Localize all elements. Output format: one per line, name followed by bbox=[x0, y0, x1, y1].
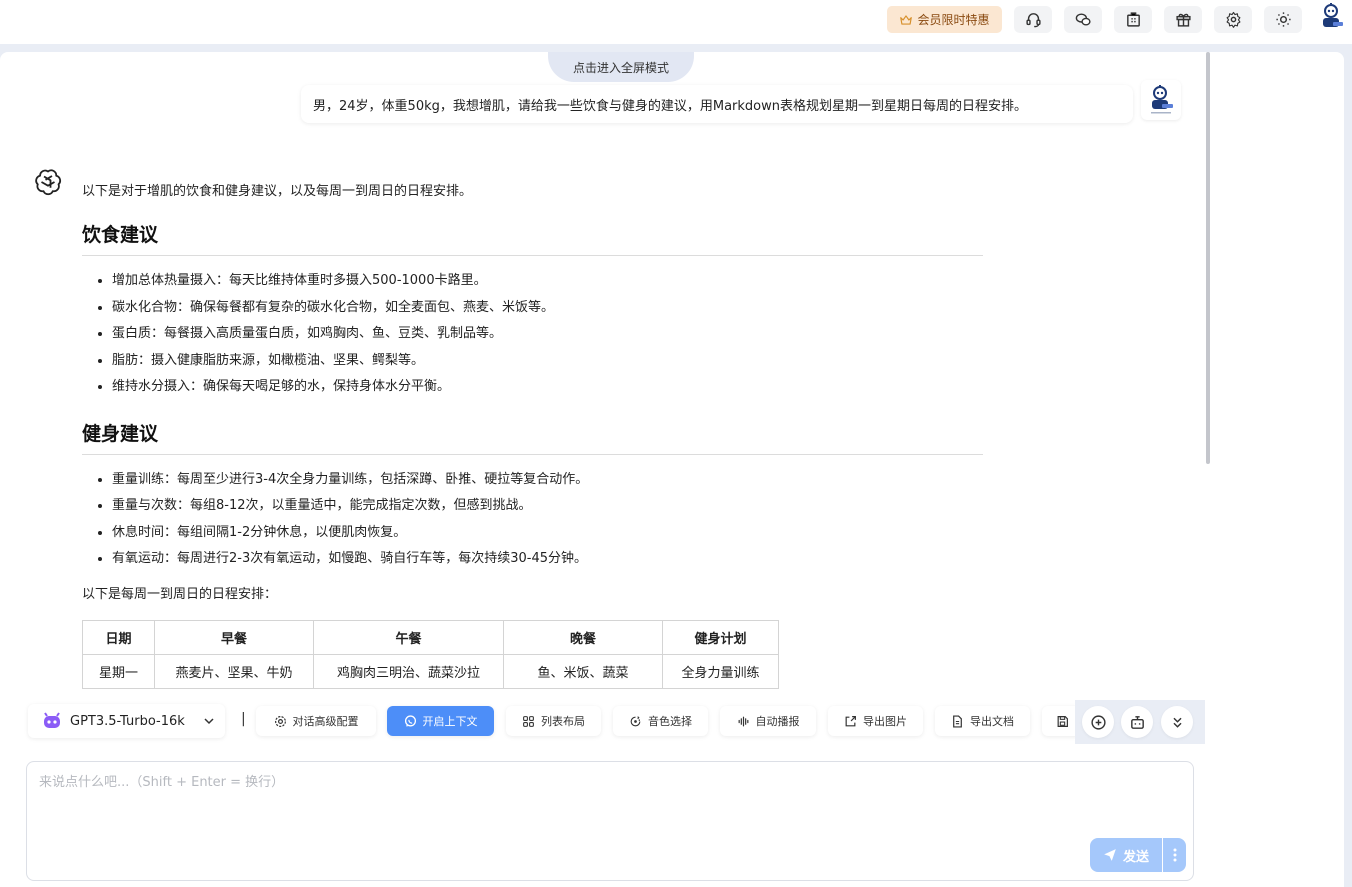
toolbar-separator: | bbox=[241, 711, 246, 727]
table-cell: 全身力量训练 bbox=[662, 653, 779, 689]
vip-promo-label: 会员限时特惠 bbox=[917, 13, 990, 27]
gear-icon bbox=[1226, 11, 1240, 28]
send-options-button[interactable] bbox=[1163, 838, 1186, 872]
robot-button[interactable] bbox=[1121, 706, 1153, 738]
tool-label: 导出文档 bbox=[970, 715, 1014, 728]
robot-icon bbox=[44, 712, 60, 728]
vip-promo-button[interactable]: 会员限时特惠 bbox=[887, 6, 1002, 33]
table-header: 早餐 bbox=[154, 619, 314, 655]
crown-icon bbox=[900, 14, 913, 25]
send-button[interactable]: 发送 bbox=[1090, 838, 1162, 872]
table-row: 星期一 燕麦片、坚果、牛奶 鸡胸肉三明治、蔬菜沙拉 鱼、米饭、蔬菜 全身力量训练 bbox=[82, 653, 779, 689]
table-cell: 鸡胸肉三明治、蔬菜沙拉 bbox=[313, 653, 504, 689]
message-input-box bbox=[26, 761, 1194, 881]
tool-label: 对话高级配置 bbox=[292, 715, 359, 728]
table-cell: 星期一 bbox=[82, 653, 155, 689]
save-icon bbox=[1057, 715, 1068, 727]
gear-icon bbox=[274, 715, 286, 727]
table-header-row: 日期 早餐 午餐 晚餐 健身计划 bbox=[82, 619, 779, 655]
list-item: 碳水化合物：确保每餐都有复杂的碳水化合物，如全麦面包、燕麦、米饭等。 bbox=[112, 295, 983, 322]
message-input[interactable] bbox=[39, 771, 1179, 841]
voice-select-button[interactable]: 音色选择 bbox=[613, 706, 708, 736]
fitness-list: 重量训练：每周至少进行3-4次全身力量训练，包括深蹲、卧推、硬拉等复合动作。 重… bbox=[112, 467, 983, 573]
tool-label: 自动播报 bbox=[755, 715, 800, 728]
headset-icon bbox=[1025, 13, 1041, 28]
support-button[interactable] bbox=[1014, 6, 1052, 33]
wechat-button[interactable] bbox=[1064, 6, 1102, 33]
diet-heading: 饮食建议 bbox=[82, 220, 983, 256]
user-message-text: 男，24岁，体重50kg，我想增肌，请给我一些饮食与健身的建议，用Markdow… bbox=[313, 98, 1027, 114]
table-cell: 鱼、米饭、蔬菜 bbox=[503, 653, 663, 689]
list-item: 重量与次数：每组8-12次，以重量适中，能完成指定次数，但感到挑战。 bbox=[112, 493, 983, 520]
schedule-intro: 以下是每周一到周日的日程安排： bbox=[82, 586, 278, 602]
add-chat-icon bbox=[1090, 714, 1106, 730]
building-icon bbox=[1126, 12, 1140, 27]
diet-list: 增加总体热量摄入：每天比维持体重时多摄入500-1000卡路里。 碳水化合物：确… bbox=[112, 268, 983, 401]
chevron-down-icon bbox=[204, 718, 214, 725]
robot-icon bbox=[1130, 715, 1144, 729]
context-toggle-button[interactable]: 开启上下文 bbox=[387, 706, 494, 736]
list-item: 休息时间：每组间隔1-2分钟休息，以便肌肉恢复。 bbox=[112, 520, 983, 547]
fitness-heading: 健身建议 bbox=[82, 419, 983, 455]
list-layout-button[interactable]: 列表布局 bbox=[506, 706, 601, 736]
building-button[interactable] bbox=[1114, 6, 1152, 33]
new-chat-button[interactable] bbox=[1082, 706, 1114, 738]
export-image-button[interactable]: 导出图片 bbox=[828, 706, 923, 736]
assistant-avatar bbox=[33, 167, 63, 197]
auto-play-button[interactable]: 自动播报 bbox=[720, 706, 816, 736]
sound-wave-icon bbox=[738, 716, 748, 726]
gift-icon bbox=[1175, 13, 1191, 27]
table-header: 晚餐 bbox=[503, 619, 663, 655]
list-item: 增加总体热量摄入：每天比维持体重时多摄入500-1000卡路里。 bbox=[112, 268, 983, 295]
voice-icon bbox=[630, 715, 641, 726]
advanced-config-button[interactable]: 对话高级配置 bbox=[256, 706, 376, 736]
export-document-button[interactable]: 导出文档 bbox=[935, 706, 1030, 736]
grid-icon bbox=[523, 715, 534, 727]
tool-label: 开启上下文 bbox=[422, 715, 478, 728]
tool-label: 导出图片 bbox=[863, 715, 907, 728]
table-header: 健身计划 bbox=[662, 619, 779, 655]
list-item: 脂肪：摄入健康脂肪来源，如橄榄油、坚果、鳄梨等。 bbox=[112, 348, 983, 375]
tool-label: 列表布局 bbox=[541, 715, 585, 728]
chat-bubble-icon bbox=[404, 714, 416, 727]
assistant-intro: 以下是对于增肌的饮食和健身建议，以及每周一到周日的日程安排。 bbox=[82, 184, 473, 199]
model-name: GPT3.5-Turbo-16k bbox=[70, 713, 185, 729]
double-chevron-down-icon bbox=[1172, 717, 1182, 728]
user-message: 男，24岁，体重50kg，我想增肌，请给我一些饮食与健身的建议，用Markdow… bbox=[301, 85, 1133, 123]
theme-toggle-button[interactable] bbox=[1264, 6, 1302, 33]
send-label: 发送 bbox=[1122, 849, 1149, 865]
user-avatar-top[interactable] bbox=[1316, 2, 1346, 32]
share-icon bbox=[845, 715, 856, 726]
user-avatar bbox=[1141, 80, 1181, 120]
assistant-message: 以下是对于增肌的饮食和健身建议，以及每周一到周日的日程安排。 饮食建议 增加总体… bbox=[70, 172, 995, 692]
chat-scrollbar[interactable] bbox=[1206, 52, 1210, 464]
robot-avatar-icon bbox=[1323, 3, 1343, 27]
openai-logo-icon bbox=[35, 169, 62, 196]
gift-button[interactable] bbox=[1164, 6, 1202, 33]
robot-avatar-icon bbox=[1151, 85, 1173, 114]
collapse-button[interactable] bbox=[1161, 706, 1193, 738]
model-selector[interactable]: GPT3.5-Turbo-16k bbox=[28, 704, 225, 738]
tool-label: 音色选择 bbox=[648, 715, 692, 728]
schedule-table: 日期 早餐 午餐 晚餐 健身计划 星期一 燕麦片、坚果、牛奶 鸡胸肉三明治、蔬菜… bbox=[82, 619, 779, 689]
paper-plane-icon bbox=[1104, 849, 1116, 861]
chat-toolbar: GPT3.5-Turbo-16k | 对话高级配置 开启上下文 列表布局 音色选… bbox=[0, 700, 1352, 744]
list-item: 蛋白质：每餐摄入高质量蛋白质，如鸡胸肉、鱼、豆类、乳制品等。 bbox=[112, 321, 983, 348]
table-header: 日期 bbox=[82, 619, 155, 655]
settings-button[interactable] bbox=[1214, 6, 1252, 33]
top-bar: 会员限时特惠 bbox=[0, 0, 1352, 44]
sun-icon bbox=[1275, 12, 1291, 27]
list-item: 维持水分摄入：确保每天喝足够的水，保持身体水分平衡。 bbox=[112, 374, 983, 401]
table-header: 午餐 bbox=[313, 619, 504, 655]
fullscreen-toggle[interactable]: 点击进入全屏模式 bbox=[548, 52, 694, 82]
more-vertical-icon bbox=[1173, 848, 1176, 862]
document-icon bbox=[953, 714, 962, 728]
list-item: 有氧运动：每周进行2-3次有氧运动，如慢跑、骑自行车等，每次持续30-45分钟。 bbox=[112, 546, 983, 573]
list-item: 重量训练：每周至少进行3-4次全身力量训练，包括深蹲、卧推、硬拉等复合动作。 bbox=[112, 467, 983, 494]
table-cell: 燕麦片、坚果、牛奶 bbox=[154, 653, 314, 689]
wechat-icon bbox=[1075, 13, 1091, 26]
